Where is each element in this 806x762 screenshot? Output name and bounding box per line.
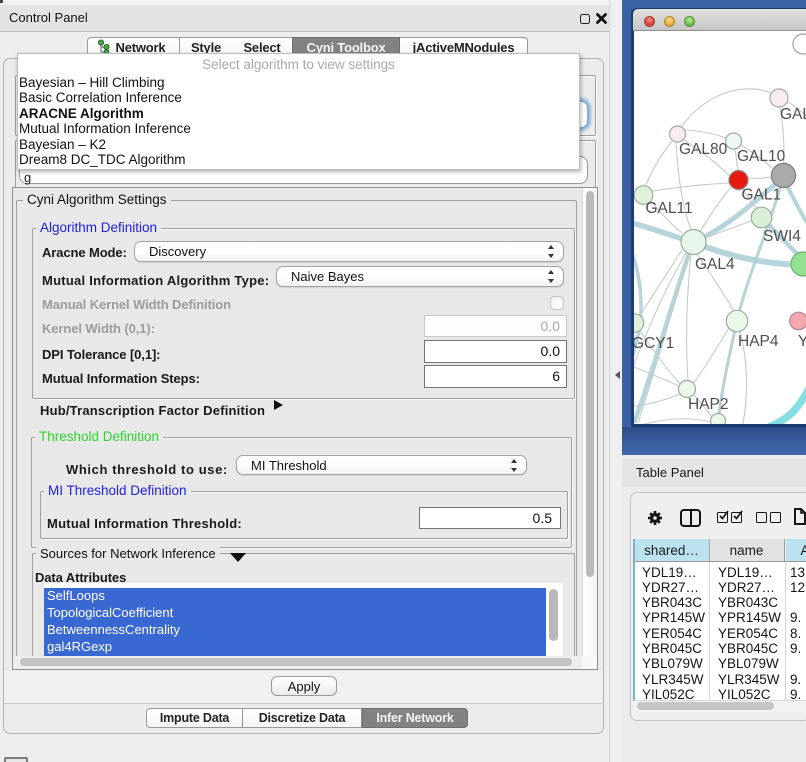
svg-text:GAL: GAL — [780, 106, 806, 123]
svg-text:GAL4: GAL4 — [695, 256, 735, 273]
svg-text:HAP4: HAP4 — [738, 333, 779, 350]
svg-text:GAL1: GAL1 — [742, 187, 782, 204]
svg-text:GAL11: GAL11 — [646, 200, 693, 217]
svg-text:SWI4: SWI4 — [763, 228, 801, 245]
svg-text:GAL80: GAL80 — [679, 141, 728, 158]
svg-text:GAL10: GAL10 — [737, 148, 786, 165]
svg-text:Y: Y — [798, 333, 806, 350]
svg-text:GCY1: GCY1 — [634, 335, 674, 352]
svg-text:HAP2: HAP2 — [688, 396, 729, 413]
